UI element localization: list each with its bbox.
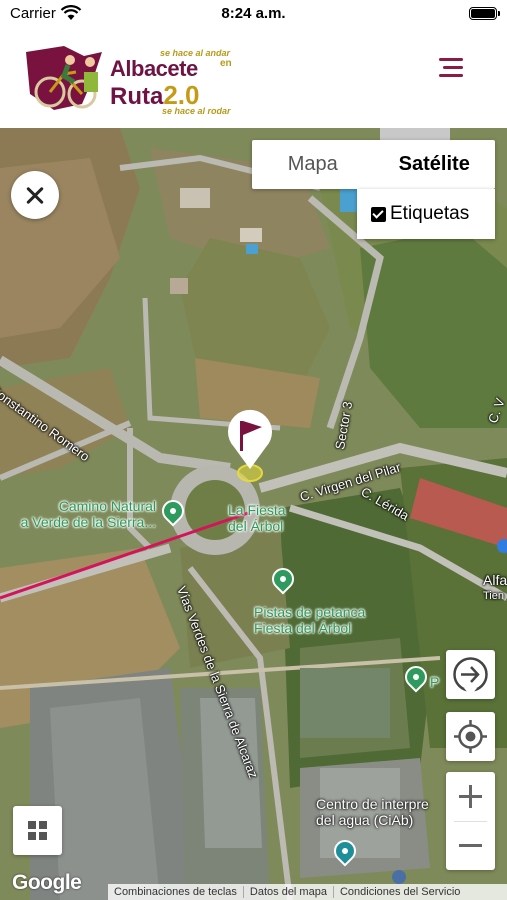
poi-label-line: Camino Natural xyxy=(58,498,156,514)
cyclist-logo-icon xyxy=(26,46,102,110)
checkbox-checked-icon[interactable] xyxy=(371,206,386,222)
labels-toggle[interactable]: Etiquetas xyxy=(357,189,495,239)
my-location-button[interactable] xyxy=(446,712,495,761)
menu-bar xyxy=(443,66,463,69)
menu-bar xyxy=(439,74,463,77)
map-type-map-option[interactable]: Mapa xyxy=(252,140,374,189)
logo-tagline-bottom: se hace al rodar xyxy=(162,106,231,116)
labels-toggle-label: Etiquetas xyxy=(390,203,470,224)
map-attribution: Combinaciones de teclas Datos del mapa C… xyxy=(108,884,507,900)
grid-icon xyxy=(28,821,47,840)
google-logo: Google xyxy=(12,871,82,894)
menu-bar xyxy=(439,58,463,61)
logo-title-line1: Albacete xyxy=(110,56,198,81)
poi-label-line: Pistas de petanca xyxy=(254,604,366,620)
directions-arrow-icon xyxy=(453,657,488,696)
street-label: Tien xyxy=(483,590,504,602)
poi-label-line: a Verde de la Sierra... xyxy=(20,514,156,530)
logo-title-suffix: en xyxy=(220,58,232,69)
poi-label-line: P xyxy=(430,674,440,690)
flag-marker-icon[interactable] xyxy=(218,407,282,489)
status-bar: Carrier 8:24 a.m. xyxy=(0,0,507,28)
poi-label-fiesta-arbol[interactable]: La Fiesta del Árbol xyxy=(228,502,286,534)
poi-label-pistas-petanca[interactable]: Pistas de petanca Fiesta del Árbol xyxy=(254,604,365,636)
zoom-control xyxy=(446,772,495,870)
poi-label-p[interactable]: P xyxy=(430,674,439,690)
app-header: se hace al andar Albacete en Ruta2.0 se … xyxy=(0,28,507,128)
poi-label-line: Centro de interpre xyxy=(316,796,429,812)
close-icon[interactable] xyxy=(11,171,59,219)
map-type-satellite-option[interactable]: Satélite xyxy=(374,140,496,189)
zoom-out-icon[interactable] xyxy=(446,821,495,870)
location-target-icon xyxy=(454,720,487,753)
poi-label-camino-natural[interactable]: Camino Natural a Verde de la Sierra... xyxy=(21,498,156,530)
grid-button[interactable] xyxy=(13,806,62,855)
terms-link[interactable]: Condiciones del Servicio xyxy=(334,886,466,898)
clock: 8:24 a.m. xyxy=(221,5,286,22)
poi-label-line: del agua (CiAb) xyxy=(316,812,414,828)
keyboard-shortcuts-link[interactable]: Combinaciones de teclas xyxy=(108,886,244,898)
poi-label-line: Fiesta del Árbol xyxy=(254,620,352,636)
logo-ruta: Ruta xyxy=(110,83,164,110)
hamburger-icon[interactable] xyxy=(439,58,463,80)
zoom-in-icon[interactable] xyxy=(446,772,495,821)
app-logo: se hace al andar Albacete en Ruta2.0 se … xyxy=(24,46,244,116)
poi-label-line: La Fiesta xyxy=(228,502,286,518)
street-label: Alfa xyxy=(483,572,507,588)
map-data-link[interactable]: Datos del mapa xyxy=(244,886,334,898)
directions-button[interactable] xyxy=(446,650,495,699)
satellite-map[interactable]: Constantino Romero Sector 3 C. Virgen de… xyxy=(0,128,507,900)
poi-label-line: del Árbol xyxy=(228,518,284,534)
battery-icon xyxy=(469,7,500,20)
poi-label-centro-agua[interactable]: Centro de interpre del agua (CiAb) xyxy=(316,796,429,828)
map-type-control: Mapa Satélite xyxy=(252,140,495,189)
